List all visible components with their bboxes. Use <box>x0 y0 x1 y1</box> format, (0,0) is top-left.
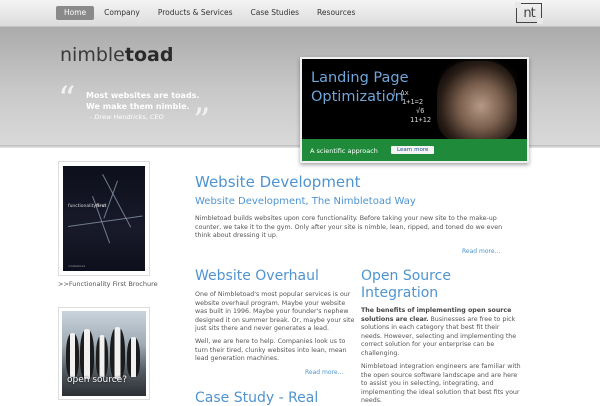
quote-line-2: We make them nimble. <box>86 102 190 111</box>
brochure-cover-title: functionalityfirst <box>68 204 106 209</box>
open-source-paragraph-1: The benefits of implementing open source… <box>361 307 521 358</box>
brand-logo[interactable]: nimbletoad <box>60 44 173 66</box>
read-more-link-overhaul[interactable]: Read more... <box>305 369 343 376</box>
brochure-link[interactable]: >>Functionality First Brochure <box>58 280 158 288</box>
brand-logo-light: nimble <box>60 44 125 66</box>
learn-more-button[interactable]: Learn more <box>391 146 435 154</box>
section-heading-open-source-integration: Open Source Integration <box>361 268 521 302</box>
banner-caption: A scientific approach <box>310 147 378 155</box>
penguins-photo: open source? <box>62 311 146 396</box>
banner-scribble-4: 11+12 <box>410 116 432 124</box>
brochure-cover-title-light: functionality <box>68 204 97 209</box>
nav-item-resources[interactable]: Resources <box>309 6 363 20</box>
penguin-3 <box>96 335 108 377</box>
read-more-link-development[interactable]: Read more... <box>462 248 500 255</box>
nt-logo-icon[interactable]: nt <box>515 2 543 24</box>
crane-line-3 <box>68 215 143 227</box>
open-source-heading-line-1: Open Source <box>361 268 451 284</box>
overhaul-paragraph-1: One of Nimbletoad's most popular service… <box>195 291 355 332</box>
nav-item-case-studies[interactable]: Case Studies <box>242 6 307 20</box>
quote-open-icon: “ <box>58 79 76 119</box>
banner-title-line-2: Optimization <box>311 89 404 105</box>
section-heading-case-study: Case Study - Real <box>195 390 319 406</box>
penguin-4 <box>110 327 125 379</box>
penguin-5 <box>127 337 140 377</box>
penguin-2 <box>80 329 94 379</box>
landing-page-banner[interactable]: ∫ Δx 1+1=2 √6 11+12 Landing Page Optimiz… <box>300 57 529 163</box>
section-heading-website-overhaul: Website Overhaul <box>195 268 319 284</box>
quote-close-icon: ” <box>193 101 211 141</box>
quote-author: - Drew Hendricks, CEO <box>90 113 164 121</box>
open-source-thumbnail[interactable]: open source? <box>58 307 150 400</box>
top-nav-bar: Home Company Products & Services Case St… <box>0 0 600 27</box>
banner-title-line-1: Landing Page <box>311 70 409 86</box>
banner-photo-face <box>437 61 517 143</box>
quote-line-1: Most websites are toads. <box>86 91 200 100</box>
brochure-cover: functionalityfirst nimbletoad <box>63 166 145 271</box>
intro-paragraph: Nimbletoad builds websites upon core fun… <box>195 215 503 239</box>
penguin-1 <box>66 333 79 377</box>
section-heading-website-development: Website Development <box>195 173 361 191</box>
header-quote: Most websites are toads. We make them ni… <box>86 90 199 112</box>
banner-scribble-3: √6 <box>416 107 425 115</box>
nav-item-products-services[interactable]: Products & Services <box>150 6 241 20</box>
brochure-thumbnail[interactable]: functionalityfirst nimbletoad <box>58 161 150 276</box>
brochure-cover-brand: nimbletoad <box>68 264 85 268</box>
nav-item-home[interactable]: Home <box>56 6 95 20</box>
overhaul-paragraph-2: Well, we are here to help. Companies loo… <box>195 338 347 362</box>
open-source-paragraph-2: Nimbletoad integration engineers are fam… <box>361 363 521 404</box>
open-source-heading-line-2: Integration <box>361 285 439 301</box>
banner-title: Landing Page Optimization <box>311 69 409 107</box>
main-nav: Home Company Products & Services Case St… <box>56 6 365 20</box>
brand-logo-bold: toad <box>124 44 174 66</box>
nav-item-company[interactable]: Company <box>96 6 148 20</box>
open-source-question: open source? <box>67 375 127 385</box>
section-subheading: Website Development, The Nimbletoad Way <box>195 196 416 207</box>
brochure-cover-title-bold: first <box>96 204 107 209</box>
